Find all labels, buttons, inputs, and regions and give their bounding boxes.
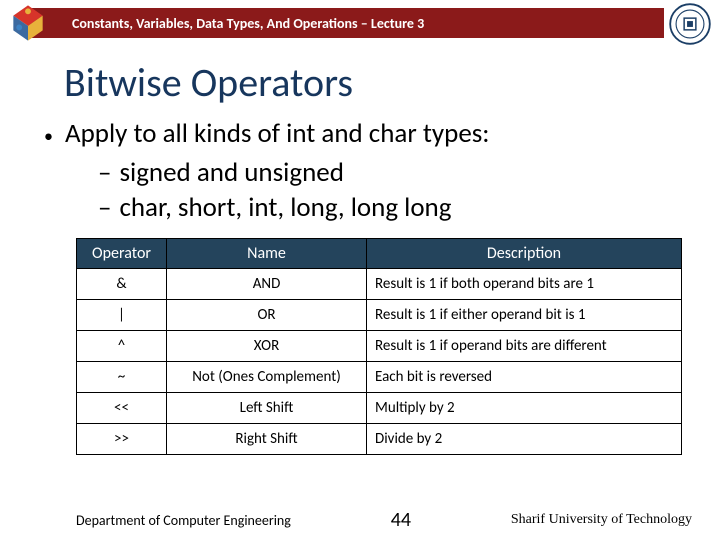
th-name: Name: [167, 239, 367, 269]
slide-content: • Apply to all kinds of int and char typ…: [0, 113, 720, 455]
header-strip-text: Constants, Variables, Data Types, And Op…: [72, 15, 424, 32]
th-operator: Operator: [77, 239, 167, 269]
table-row: ~ Not (Ones Complement) Each bit is reve…: [77, 362, 682, 393]
header-strip: Constants, Variables, Data Types, And Op…: [28, 8, 664, 38]
dash-icon: –: [98, 156, 111, 189]
cell-description: Result is 1 if either operand bit is 1: [367, 300, 682, 331]
cell-operator: >>: [77, 424, 167, 455]
cell-name: Not (Ones Complement): [167, 362, 367, 393]
operators-table-wrap: Operator Name Description & AND Result i…: [76, 238, 682, 455]
sub-bullet-2: – char, short, int, long, long long: [98, 191, 690, 224]
slide-header: Constants, Variables, Data Types, And Op…: [0, 0, 720, 46]
cell-operator: ^: [77, 331, 167, 362]
footer-university: Sharif University of Technology: [511, 512, 692, 528]
cell-operator: <<: [77, 393, 167, 424]
cell-description: Each bit is reversed: [367, 362, 682, 393]
table-row: << Left Shift Multiply by 2: [77, 393, 682, 424]
sub-bullet-2-text: char, short, int, long, long long: [119, 191, 451, 224]
bullet-dot-icon: •: [44, 125, 53, 147]
sub-bullet-list: – signed and unsigned – char, short, int…: [40, 156, 690, 224]
bullet-main-text: Apply to all kinds of int and char types…: [65, 117, 490, 150]
slide-title: Bitwise Operators: [0, 46, 720, 113]
table-row: | OR Result is 1 if either operand bit i…: [77, 300, 682, 331]
cell-description: Result is 1 if operand bits are differen…: [367, 331, 682, 362]
cell-name: Right Shift: [167, 424, 367, 455]
table-row: & AND Result is 1 if both operand bits a…: [77, 269, 682, 300]
university-crest-icon: [668, 2, 712, 46]
cell-name: OR: [167, 300, 367, 331]
cell-name: Left Shift: [167, 393, 367, 424]
table-header-row: Operator Name Description: [77, 239, 682, 269]
sub-bullet-1: – signed and unsigned: [98, 156, 690, 189]
cell-name: AND: [167, 269, 367, 300]
cell-description: Result is 1 if both operand bits are 1: [367, 269, 682, 300]
operators-table: Operator Name Description & AND Result i…: [76, 238, 682, 455]
bullet-main: • Apply to all kinds of int and char typ…: [40, 117, 690, 150]
footer-page-number: 44: [391, 508, 411, 532]
cell-operator: ~: [77, 362, 167, 393]
footer-department: Department of Computer Engineering: [76, 512, 291, 529]
puzzle-logo-icon: [0, 0, 56, 46]
table-row: >> Right Shift Divide by 2: [77, 424, 682, 455]
cell-description: Divide by 2: [367, 424, 682, 455]
cell-operator: &: [77, 269, 167, 300]
table-row: ^ XOR Result is 1 if operand bits are di…: [77, 331, 682, 362]
slide-footer: Department of Computer Engineering 44 Sh…: [0, 508, 720, 532]
cell-operator: |: [77, 300, 167, 331]
sub-bullet-1-text: signed and unsigned: [119, 156, 343, 189]
cell-name: XOR: [167, 331, 367, 362]
th-description: Description: [367, 239, 682, 269]
cell-description: Multiply by 2: [367, 393, 682, 424]
dash-icon: –: [98, 191, 111, 224]
